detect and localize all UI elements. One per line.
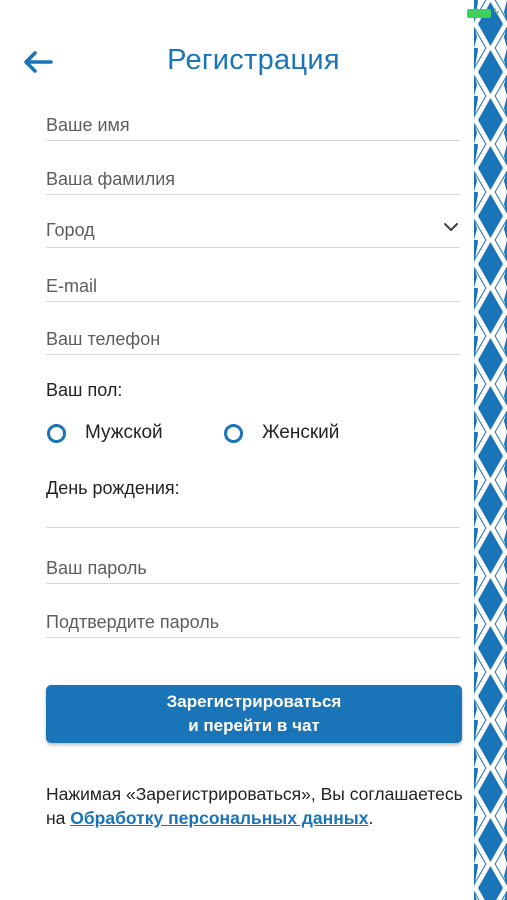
radio-circle-icon [47, 423, 66, 443]
city-select[interactable]: Город [46, 216, 460, 248]
password-field[interactable] [46, 553, 460, 584]
personal-data-link[interactable]: Обработку персональных данных [70, 808, 368, 828]
gender-option-label: Мужской [85, 422, 163, 443]
battery-icon [466, 8, 491, 18]
gender-option-label: Женский [262, 422, 340, 443]
first-name-field[interactable] [46, 110, 460, 141]
chevron-down-icon [444, 223, 458, 231]
charging-icon: ϟ [493, 7, 499, 18]
birthday-field[interactable] [46, 527, 460, 528]
register-button-line2: и перейти в чат [188, 716, 320, 735]
decorative-pattern [474, 0, 507, 900]
last-name-field[interactable] [46, 164, 460, 195]
gender-option-female[interactable]: Женский [224, 422, 339, 444]
register-button[interactable]: Зарегистрироваться и перейти в чат [46, 685, 462, 743]
status-bar: ϟ [466, 6, 499, 20]
page-title: Регистрация [167, 44, 340, 76]
gender-option-male[interactable]: Мужской [47, 422, 163, 444]
consent-text: Нажимая «Зарегистрироваться», Вы соглаша… [46, 782, 466, 830]
register-button-line1: Зарегистрироваться [166, 692, 342, 711]
phone-field[interactable] [46, 324, 460, 355]
confirm-password-field[interactable] [46, 607, 460, 638]
birthday-label: День рождения: [46, 478, 180, 498]
consent-suffix: . [368, 808, 374, 828]
city-select-placeholder: Город [46, 220, 95, 240]
header: Регистрация [0, 40, 474, 84]
radio-circle-icon [224, 423, 243, 443]
email-field[interactable] [46, 271, 460, 302]
gender-label: Ваш пол: [46, 380, 123, 400]
